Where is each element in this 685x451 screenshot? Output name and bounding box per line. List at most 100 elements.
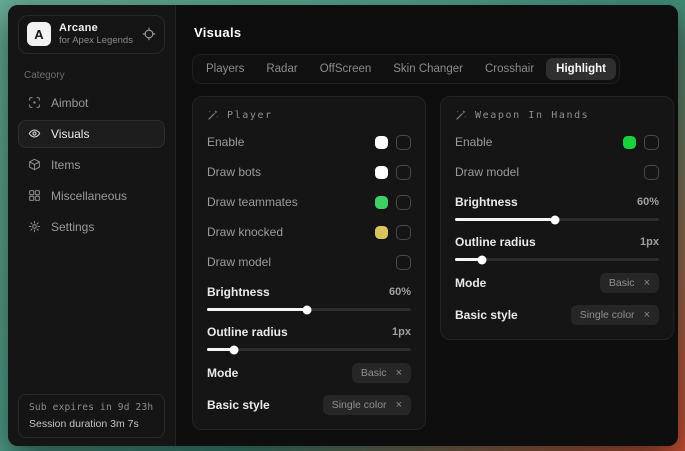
- subscription-info: Sub expires in 9d 23h Session duration 3…: [18, 394, 165, 438]
- toggle-row: Enable: [207, 133, 411, 151]
- category-label: Category: [24, 70, 159, 81]
- slider[interactable]: [207, 308, 411, 311]
- slider-value: 60%: [637, 196, 659, 208]
- toggle-label: Enable: [455, 135, 492, 149]
- slider[interactable]: [455, 258, 659, 261]
- tab-crosshair[interactable]: Crosshair: [475, 58, 544, 80]
- panel-title: Player: [227, 110, 273, 121]
- slider[interactable]: [455, 218, 659, 221]
- checkbox[interactable]: [644, 165, 659, 180]
- sidebar-item-label: Visuals: [51, 127, 89, 141]
- slider-value: 60%: [389, 286, 411, 298]
- sidebar-item-miscellaneous[interactable]: Miscellaneous: [18, 182, 165, 210]
- close-icon[interactable]: ×: [396, 368, 402, 379]
- tab-bar: PlayersRadarOffScreenSkin ChangerCrossha…: [192, 54, 620, 84]
- toggle-row: Draw model: [455, 163, 659, 181]
- panel-rows: Enable Draw model Brightness 60% Outline…: [455, 133, 659, 325]
- toggle-label: Enable: [207, 135, 244, 149]
- app-logo: A: [27, 22, 51, 46]
- toggle-controls: [375, 165, 411, 180]
- settings-icon: [28, 220, 41, 233]
- panel-weapon-in-hands: Weapon In Hands Enable Draw model Bright…: [440, 96, 674, 340]
- checkbox[interactable]: [396, 135, 411, 150]
- slider-row: Brightness 60%: [207, 285, 411, 311]
- wand-icon: [455, 109, 467, 121]
- sidebar-item-settings[interactable]: Settings: [18, 213, 165, 241]
- close-icon[interactable]: ×: [396, 400, 402, 411]
- wand-icon: [207, 109, 219, 121]
- tag-pill[interactable]: Single color ×: [323, 395, 411, 415]
- slider-thumb[interactable]: [302, 305, 311, 314]
- checkbox[interactable]: [396, 165, 411, 180]
- sidebar-item-label: Settings: [51, 220, 94, 234]
- tag-label: Basic style: [455, 308, 518, 322]
- tab-players[interactable]: Players: [196, 58, 254, 80]
- toggle-row: Draw bots: [207, 163, 411, 181]
- tag-value: Basic: [609, 277, 635, 289]
- brand-text: Arcane for Apex Legends: [59, 22, 133, 47]
- panel-title: Weapon In Hands: [475, 110, 589, 121]
- panel-player: Player Enable Draw bots Draw teammates D…: [192, 96, 426, 430]
- toggle-controls: [375, 135, 411, 150]
- slider-row: Brightness 60%: [455, 195, 659, 221]
- tag-label: Mode: [455, 276, 486, 290]
- slider-thumb[interactable]: [550, 215, 559, 224]
- checkbox[interactable]: [396, 195, 411, 210]
- close-icon[interactable]: ×: [644, 278, 650, 289]
- color-swatch[interactable]: [375, 196, 388, 209]
- tag-pill[interactable]: Single color ×: [571, 305, 659, 325]
- toggle-controls: [623, 135, 659, 150]
- toggle-controls: [375, 195, 411, 210]
- toggle-row: Draw teammates: [207, 193, 411, 211]
- checkbox[interactable]: [644, 135, 659, 150]
- target-icon[interactable]: [142, 27, 156, 41]
- tab-offscreen[interactable]: OffScreen: [310, 58, 382, 80]
- sidebar-item-label: Aimbot: [51, 96, 88, 110]
- color-swatch[interactable]: [375, 166, 388, 179]
- page-title: Visuals: [194, 25, 674, 40]
- sidebar-item-label: Items: [51, 158, 80, 172]
- tab-highlight[interactable]: Highlight: [546, 58, 616, 80]
- color-swatch[interactable]: [623, 136, 636, 149]
- close-icon[interactable]: ×: [644, 310, 650, 321]
- slider-head: Brightness 60%: [207, 285, 411, 299]
- brand-card: A Arcane for Apex Legends: [18, 15, 165, 54]
- toggle-label: Draw knocked: [207, 225, 283, 239]
- checkbox[interactable]: [396, 255, 411, 270]
- toggle-label: Draw teammates: [207, 195, 298, 209]
- slider-head: Brightness 60%: [455, 195, 659, 209]
- sidebar-item-visuals[interactable]: Visuals: [18, 120, 165, 148]
- slider-row: Outline radius 1px: [207, 325, 411, 351]
- slider-label: Brightness: [455, 195, 518, 209]
- slider-thumb[interactable]: [229, 345, 238, 354]
- slider-value: 1px: [392, 326, 411, 338]
- slider-fill: [455, 218, 555, 221]
- slider[interactable]: [207, 348, 411, 351]
- tag-row: Mode Basic ×: [207, 363, 411, 383]
- tag-row: Basic style Single color ×: [207, 395, 411, 415]
- tag-label: Basic style: [207, 398, 270, 412]
- checkbox[interactable]: [396, 225, 411, 240]
- tag-label: Mode: [207, 366, 238, 380]
- tag-row: Basic style Single color ×: [455, 305, 659, 325]
- aimbot-icon: [28, 96, 41, 109]
- visuals-icon: [28, 127, 41, 140]
- tag-pill[interactable]: Basic ×: [352, 363, 411, 383]
- panels-container: Player Enable Draw bots Draw teammates D…: [192, 96, 674, 430]
- sidebar: A Arcane for Apex Legends Category Aimbo…: [8, 5, 176, 446]
- color-swatch[interactable]: [375, 136, 388, 149]
- sub-expiry-text: Sub expires in 9d 23h: [29, 402, 154, 413]
- sidebar-item-items[interactable]: Items: [18, 151, 165, 179]
- tag-pill[interactable]: Basic ×: [600, 273, 659, 293]
- sidebar-item-aimbot[interactable]: Aimbot: [18, 89, 165, 117]
- sidebar-nav: Aimbot Visuals Items Miscellaneous Setti…: [18, 89, 165, 241]
- color-swatch[interactable]: [375, 226, 388, 239]
- tab-radar[interactable]: Radar: [256, 58, 307, 80]
- tag-value: Single color: [580, 309, 635, 321]
- toggle-controls: [644, 165, 659, 180]
- slider-fill: [207, 308, 307, 311]
- tab-skin-changer[interactable]: Skin Changer: [383, 58, 473, 80]
- slider-thumb[interactable]: [477, 255, 486, 264]
- toggle-label: Draw model: [455, 165, 519, 179]
- main-content: Visuals PlayersRadarOffScreenSkin Change…: [176, 5, 678, 446]
